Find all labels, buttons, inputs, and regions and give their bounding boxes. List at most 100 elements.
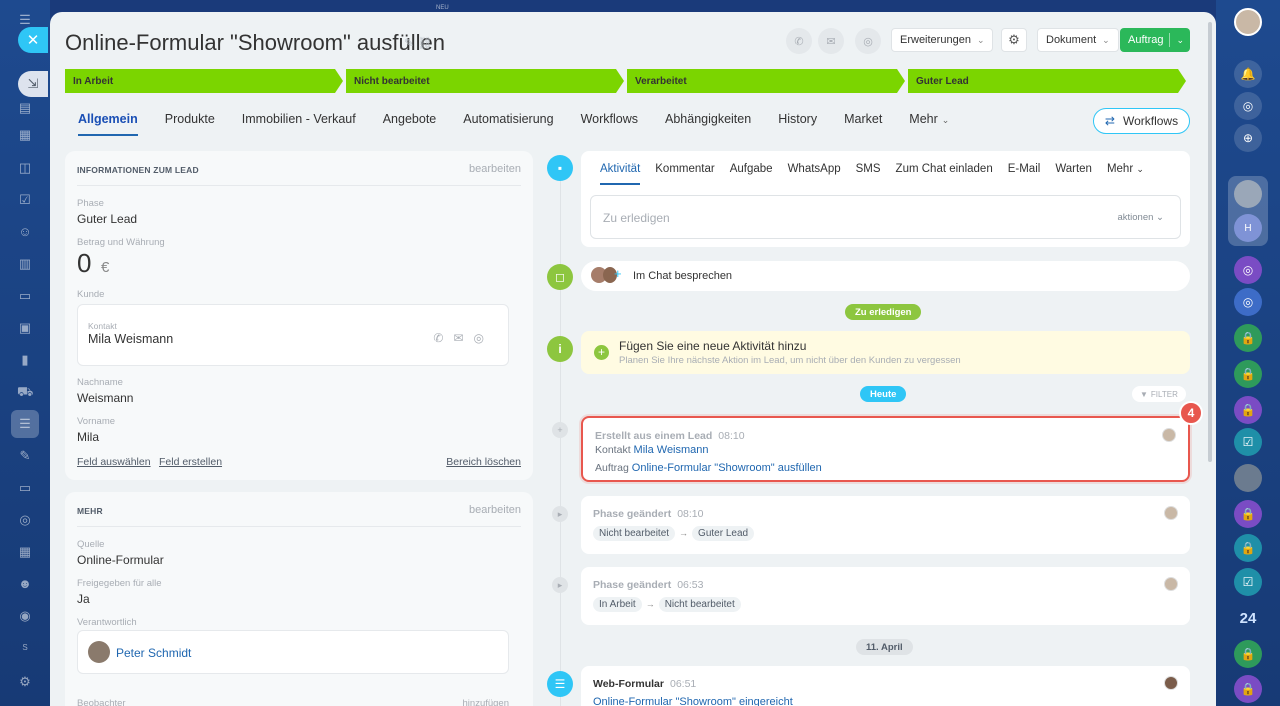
menu-icon[interactable]: ☰ xyxy=(17,12,33,28)
tab-history[interactable]: History xyxy=(778,112,817,136)
author-avatar[interactable] xyxy=(1162,428,1176,442)
close-slider-button[interactable]: ✕ xyxy=(18,27,48,53)
author-avatar[interactable] xyxy=(1164,676,1178,690)
nav-filter-icon[interactable]: ☰ xyxy=(11,410,39,438)
tab-market[interactable]: Market xyxy=(844,112,882,136)
tab-mehr[interactable]: Mehr ⌄ xyxy=(909,112,949,136)
new-activity-hint[interactable]: + Fügen Sie eine neue Aktivität hinzu Pl… xyxy=(581,331,1190,374)
task-chat-1-icon[interactable]: ☑ xyxy=(1234,428,1262,456)
stage-nicht-bearbeitet[interactable]: Nicht bearbeitet xyxy=(346,69,624,93)
stage-guter-lead[interactable]: Guter Lead xyxy=(908,69,1186,93)
lock-chat-2-icon[interactable]: 🔒 xyxy=(1234,360,1262,388)
call-icon[interactable]: ✆ xyxy=(786,28,812,54)
order-button[interactable]: Auftrag ⌄ xyxy=(1120,28,1191,52)
nav-monitor-icon[interactable]: ▣ xyxy=(17,320,33,336)
actions-dropdown[interactable]: aktionen ⌄ xyxy=(1117,212,1164,223)
todo-input[interactable]: Zu erledigen aktionen ⌄ xyxy=(590,195,1181,239)
author-avatar[interactable] xyxy=(1164,506,1178,520)
scrollbar[interactable] xyxy=(1208,22,1212,462)
bitrix24-logo[interactable]: 24 xyxy=(1234,604,1262,632)
tab-immobilien[interactable]: Immobilien - Verkauf xyxy=(242,112,356,136)
author-avatar[interactable] xyxy=(1164,577,1178,591)
chat-discuss-row[interactable]: + Im Chat besprechen xyxy=(581,261,1190,291)
responsible-name[interactable]: Peter Schmidt xyxy=(116,646,191,660)
chat-channel-2-icon[interactable]: ◎ xyxy=(1234,288,1262,316)
add-user-icon[interactable]: + xyxy=(614,266,622,281)
edit-link[interactable]: bearbeiten xyxy=(469,163,521,175)
created-event-icon: + xyxy=(552,422,568,438)
nav-robot-icon[interactable]: ☻ xyxy=(17,576,33,592)
tab-allgemein[interactable]: Allgemein xyxy=(78,112,138,136)
lock-chat-3-icon[interactable]: 🔒 xyxy=(1234,396,1262,424)
chat-avatar-1[interactable] xyxy=(1234,180,1262,208)
nav-documents-icon[interactable]: ▦ xyxy=(17,127,33,143)
chat-search-icon[interactable]: ⊕ xyxy=(1234,124,1262,152)
lock-chat-6-icon[interactable]: 🔒 xyxy=(1234,640,1262,668)
auftrag-link[interactable]: Online-Formular "Showroom" ausfüllen xyxy=(632,462,822,474)
activity-tab-email[interactable]: E-Mail xyxy=(1008,163,1041,185)
extensions-dropdown[interactable]: Erweiterungen ⌄ xyxy=(891,28,994,52)
chat-channel-1-icon[interactable]: ◎ xyxy=(1234,256,1262,284)
nav-check-icon[interactable]: ☑ xyxy=(17,192,33,208)
nav-card-icon[interactable]: ▭ xyxy=(17,288,33,304)
chat-icon[interactable]: ◎ xyxy=(855,28,881,54)
web-form-link[interactable]: Online-Formular "Showroom" eingereicht xyxy=(593,696,793,706)
lock-chat-5-icon[interactable]: 🔒 xyxy=(1234,534,1262,562)
activity-tab-aktivitaet[interactable]: Aktivität xyxy=(600,163,641,185)
chat-avatar-h[interactable]: H xyxy=(1234,214,1262,242)
contact-name[interactable]: Mila Weismann xyxy=(88,332,173,346)
nav-tasks-icon[interactable]: ▤ xyxy=(17,100,33,116)
tab-workflows[interactable]: Workflows xyxy=(581,112,638,136)
nav-edit-icon[interactable]: ✎ xyxy=(17,448,33,464)
nav-user-badge[interactable]: S xyxy=(17,640,33,656)
nav-chart-icon[interactable]: ▮ xyxy=(17,352,33,368)
stage-verarbeitet[interactable]: Verarbeitet xyxy=(627,69,905,93)
chat-avatar-2[interactable] xyxy=(1234,464,1262,492)
activity-tab-warten[interactable]: Warten xyxy=(1055,163,1092,185)
nav-target-icon[interactable]: ◎ xyxy=(17,512,33,528)
task-chat-2-icon[interactable]: ☑ xyxy=(1234,568,1262,596)
lock-chat-7-icon[interactable]: 🔒 xyxy=(1234,675,1262,703)
user-avatar[interactable] xyxy=(1234,8,1262,36)
stage-in-arbeit[interactable]: In Arbeit xyxy=(65,69,343,93)
kontakt-link[interactable]: Mila Weismann xyxy=(634,444,709,456)
openlines-icon[interactable]: ◎ xyxy=(1234,92,1262,120)
edit-title-icon[interactable]: ✎ ⛓ xyxy=(404,36,433,50)
tab-angebote[interactable]: Angebote xyxy=(383,112,437,136)
nav-chat-icon[interactable]: ◫ xyxy=(17,160,33,176)
nav-file-icon[interactable]: ▥ xyxy=(17,256,33,272)
minimize-slider-button[interactable]: ⇲ xyxy=(18,71,48,97)
nav-settings-icon[interactable]: ⚙ xyxy=(17,674,33,690)
workflows-button[interactable]: ⇄ Workflows xyxy=(1093,108,1190,134)
activity-tab-kommentar[interactable]: Kommentar xyxy=(655,163,714,185)
nav-cart-icon[interactable]: ⛟ xyxy=(17,384,33,400)
tab-abhaengigkeiten[interactable]: Abhängigkeiten xyxy=(665,112,751,136)
filter-button[interactable]: ▼ FILTER xyxy=(1132,386,1186,402)
add-activity-icon[interactable]: + xyxy=(594,345,609,360)
lock-chat-4-icon[interactable]: 🔒 xyxy=(1234,500,1262,528)
edit-link[interactable]: bearbeiten xyxy=(469,504,521,516)
nav-contacts-icon[interactable]: ☺ xyxy=(17,224,33,240)
activity-tabs: Aktivität Kommentar Aufgabe WhatsApp SMS… xyxy=(600,163,1144,185)
notifications-icon[interactable]: 🔔 xyxy=(1234,60,1262,88)
document-dropdown[interactable]: Dokument ⌄ xyxy=(1037,28,1119,52)
delete-section-link[interactable]: Bereich löschen xyxy=(446,456,521,468)
mail-icon[interactable]: ✉ xyxy=(818,28,844,54)
tab-automatisierung[interactable]: Automatisierung xyxy=(463,112,553,136)
settings-gear-button[interactable]: ⚙ xyxy=(1001,28,1027,52)
customer-label: Kunde xyxy=(77,289,105,300)
activity-tab-sms[interactable]: SMS xyxy=(856,163,881,185)
contact-actions-icons[interactable]: ✆✉◎ xyxy=(433,331,494,345)
activity-tab-mehr[interactable]: Mehr ⌄ xyxy=(1107,163,1144,185)
activity-tab-whatsapp[interactable]: WhatsApp xyxy=(788,163,841,185)
lock-chat-1-icon[interactable]: 🔒 xyxy=(1234,324,1262,352)
tab-produkte[interactable]: Produkte xyxy=(165,112,215,136)
add-observer-link[interactable]: hinzufügen xyxy=(463,698,509,706)
nav-goal-icon[interactable]: ◉ xyxy=(17,608,33,624)
nav-wallet-icon[interactable]: ▭ xyxy=(17,480,33,496)
select-field-link[interactable]: Feld auswählen xyxy=(77,456,151,468)
activity-tab-aufgabe[interactable]: Aufgabe xyxy=(730,163,773,185)
nav-calendar-icon[interactable]: ▦ xyxy=(17,544,33,560)
create-field-link[interactable]: Feld erstellen xyxy=(159,456,222,468)
activity-tab-chat-einladen[interactable]: Zum Chat einladen xyxy=(896,163,993,185)
